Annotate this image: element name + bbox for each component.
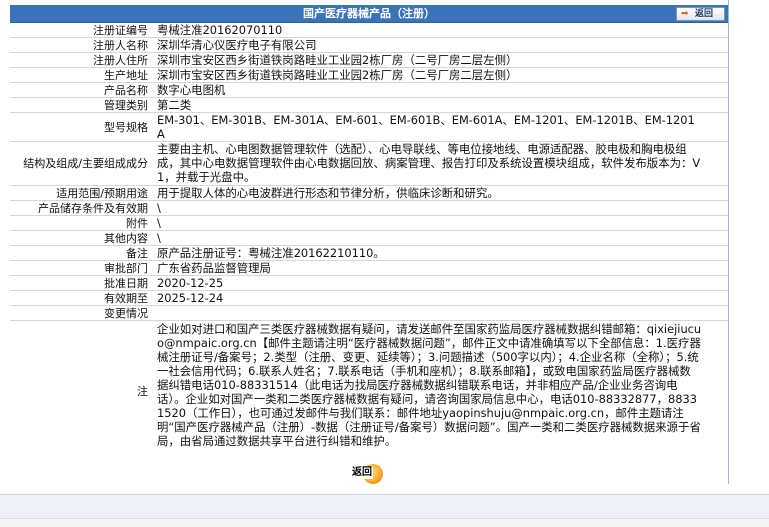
table-row: 注册人名称 深圳华清心仪医疗电子有限公司 (10, 38, 728, 53)
field-value: 原产品注册证号：粤械注准20162210110。 (157, 246, 385, 260)
field-label: 有效期至 (10, 291, 152, 305)
table-row: 有效期至 2025-12-24 (10, 291, 728, 306)
notice-text: 企业如对进口和国产三类医疗器械数据有疑问，请发送邮件至国家药监局医疗器械数据纠错… (157, 322, 702, 448)
field-label: 注册人住所 (10, 53, 152, 67)
field-label: 产品储存条件及有效期 (10, 201, 152, 215)
field-label: 产品名称 (10, 83, 152, 97)
field-value: 第二类 (157, 98, 192, 112)
field-label: 生产地址 (10, 68, 152, 82)
table-row: 适用范围/预期用途 用于提取人体的心电波群进行形态和节律分析，供临床诊断和研究。 (10, 186, 728, 201)
field-value: 数字心电图机 (157, 83, 226, 97)
table-row: 结构及组成/主要组成成分 主要由主机、心电图数据管理软件（选配）、心电导联线、等… (10, 142, 728, 186)
back-button-bottom[interactable]: 返回 (351, 463, 393, 485)
field-label: 备注 (10, 246, 152, 260)
field-label: 附件 (10, 216, 152, 230)
table-row: 附件 \ (10, 216, 728, 231)
field-value: EM-301、EM-301B、EM-301A、EM-601、EM-601B、EM… (157, 113, 695, 141)
table-row: 备注 原产品注册证号：粤械注准20162210110。 (10, 246, 728, 261)
field-value: 粤械注准20162070110 (157, 23, 283, 37)
field-label: 批准日期 (10, 276, 152, 290)
back-button-label: 返回 (351, 467, 373, 479)
field-value: 用于提取人体的心电波群进行形态和节律分析，供临床诊断和研究。 (157, 186, 499, 200)
field-label: 型号规格 (10, 113, 152, 141)
field-value: 2020-12-25 (157, 276, 224, 290)
field-value: 深圳华清心仪医疗电子有限公司 (157, 38, 317, 52)
field-value: 2025-12-24 (157, 291, 224, 305)
page-title: 国产医疗器械产品（注册） (303, 7, 435, 20)
field-label: 适用范围/预期用途 (10, 186, 152, 200)
field-value: \ (157, 201, 161, 215)
field-value: 主要由主机、心电图数据管理软件（选配）、心电导联线、等电位接地线、电源适配器、胶… (157, 142, 701, 184)
field-label: 其他内容 (10, 231, 152, 245)
table-row: 变更情况 (10, 306, 728, 321)
table-row: 注册人住所 深圳市宝安区西乡街道铁岗路畦业工业园2栋厂房（二号厂房二层左侧） (10, 53, 728, 68)
field-value: \ (157, 231, 161, 245)
field-label: 审批部门 (10, 261, 152, 275)
table-row: 产品名称 数字心电图机 (10, 83, 728, 98)
detail-panel: 国产医疗器械产品（注册） ➡ 返回 注册证编号 粤械注准20162070110 … (10, 0, 729, 484)
title-bar: 国产医疗器械产品（注册） ➡ 返回 (10, 5, 728, 23)
page-footer-bar (0, 494, 769, 519)
field-value: \ (157, 216, 161, 230)
back-button-top[interactable]: ➡ 返回 (676, 7, 725, 21)
field-value: 深圳市宝安区西乡街道铁岗路畦业工业园2栋厂房（二号厂房二层左侧） (157, 53, 518, 67)
table-row: 审批部门 广东省药品监督管理局 (10, 261, 728, 276)
arrow-right-icon: ➡ (681, 9, 689, 19)
field-value: 广东省药品监督管理局 (157, 261, 271, 275)
field-label: 管理类别 (10, 98, 152, 112)
field-label: 变更情况 (10, 306, 152, 320)
field-label: 结构及组成/主要组成成分 (10, 142, 152, 185)
field-label: 注册证编号 (10, 23, 152, 37)
detail-table: 注册证编号 粤械注准20162070110 注册人名称 深圳华清心仪医疗电子有限… (10, 23, 728, 461)
table-row: 产品储存条件及有效期 \ (10, 201, 728, 216)
back-button-label: 返回 (695, 9, 714, 19)
field-value: 深圳市宝安区西乡街道铁岗路畦业工业园2栋厂房（二号厂房二层左侧） (157, 68, 518, 82)
table-row: 生产地址 深圳市宝安区西乡街道铁岗路畦业工业园2栋厂房（二号厂房二层左侧） (10, 68, 728, 83)
table-row: 注 企业如对进口和国产三类医疗器械数据有疑问，请发送邮件至国家药监局医疗器械数据… (10, 321, 728, 461)
table-row: 批准日期 2020-12-25 (10, 276, 728, 291)
table-row: 其他内容 \ (10, 231, 728, 246)
field-label: 注 (10, 321, 152, 461)
table-row: 管理类别 第二类 (10, 98, 728, 113)
field-label: 注册人名称 (10, 38, 152, 52)
table-row: 型号规格 EM-301、EM-301B、EM-301A、EM-601、EM-60… (10, 113, 728, 142)
table-row: 注册证编号 粤械注准20162070110 (10, 23, 728, 38)
